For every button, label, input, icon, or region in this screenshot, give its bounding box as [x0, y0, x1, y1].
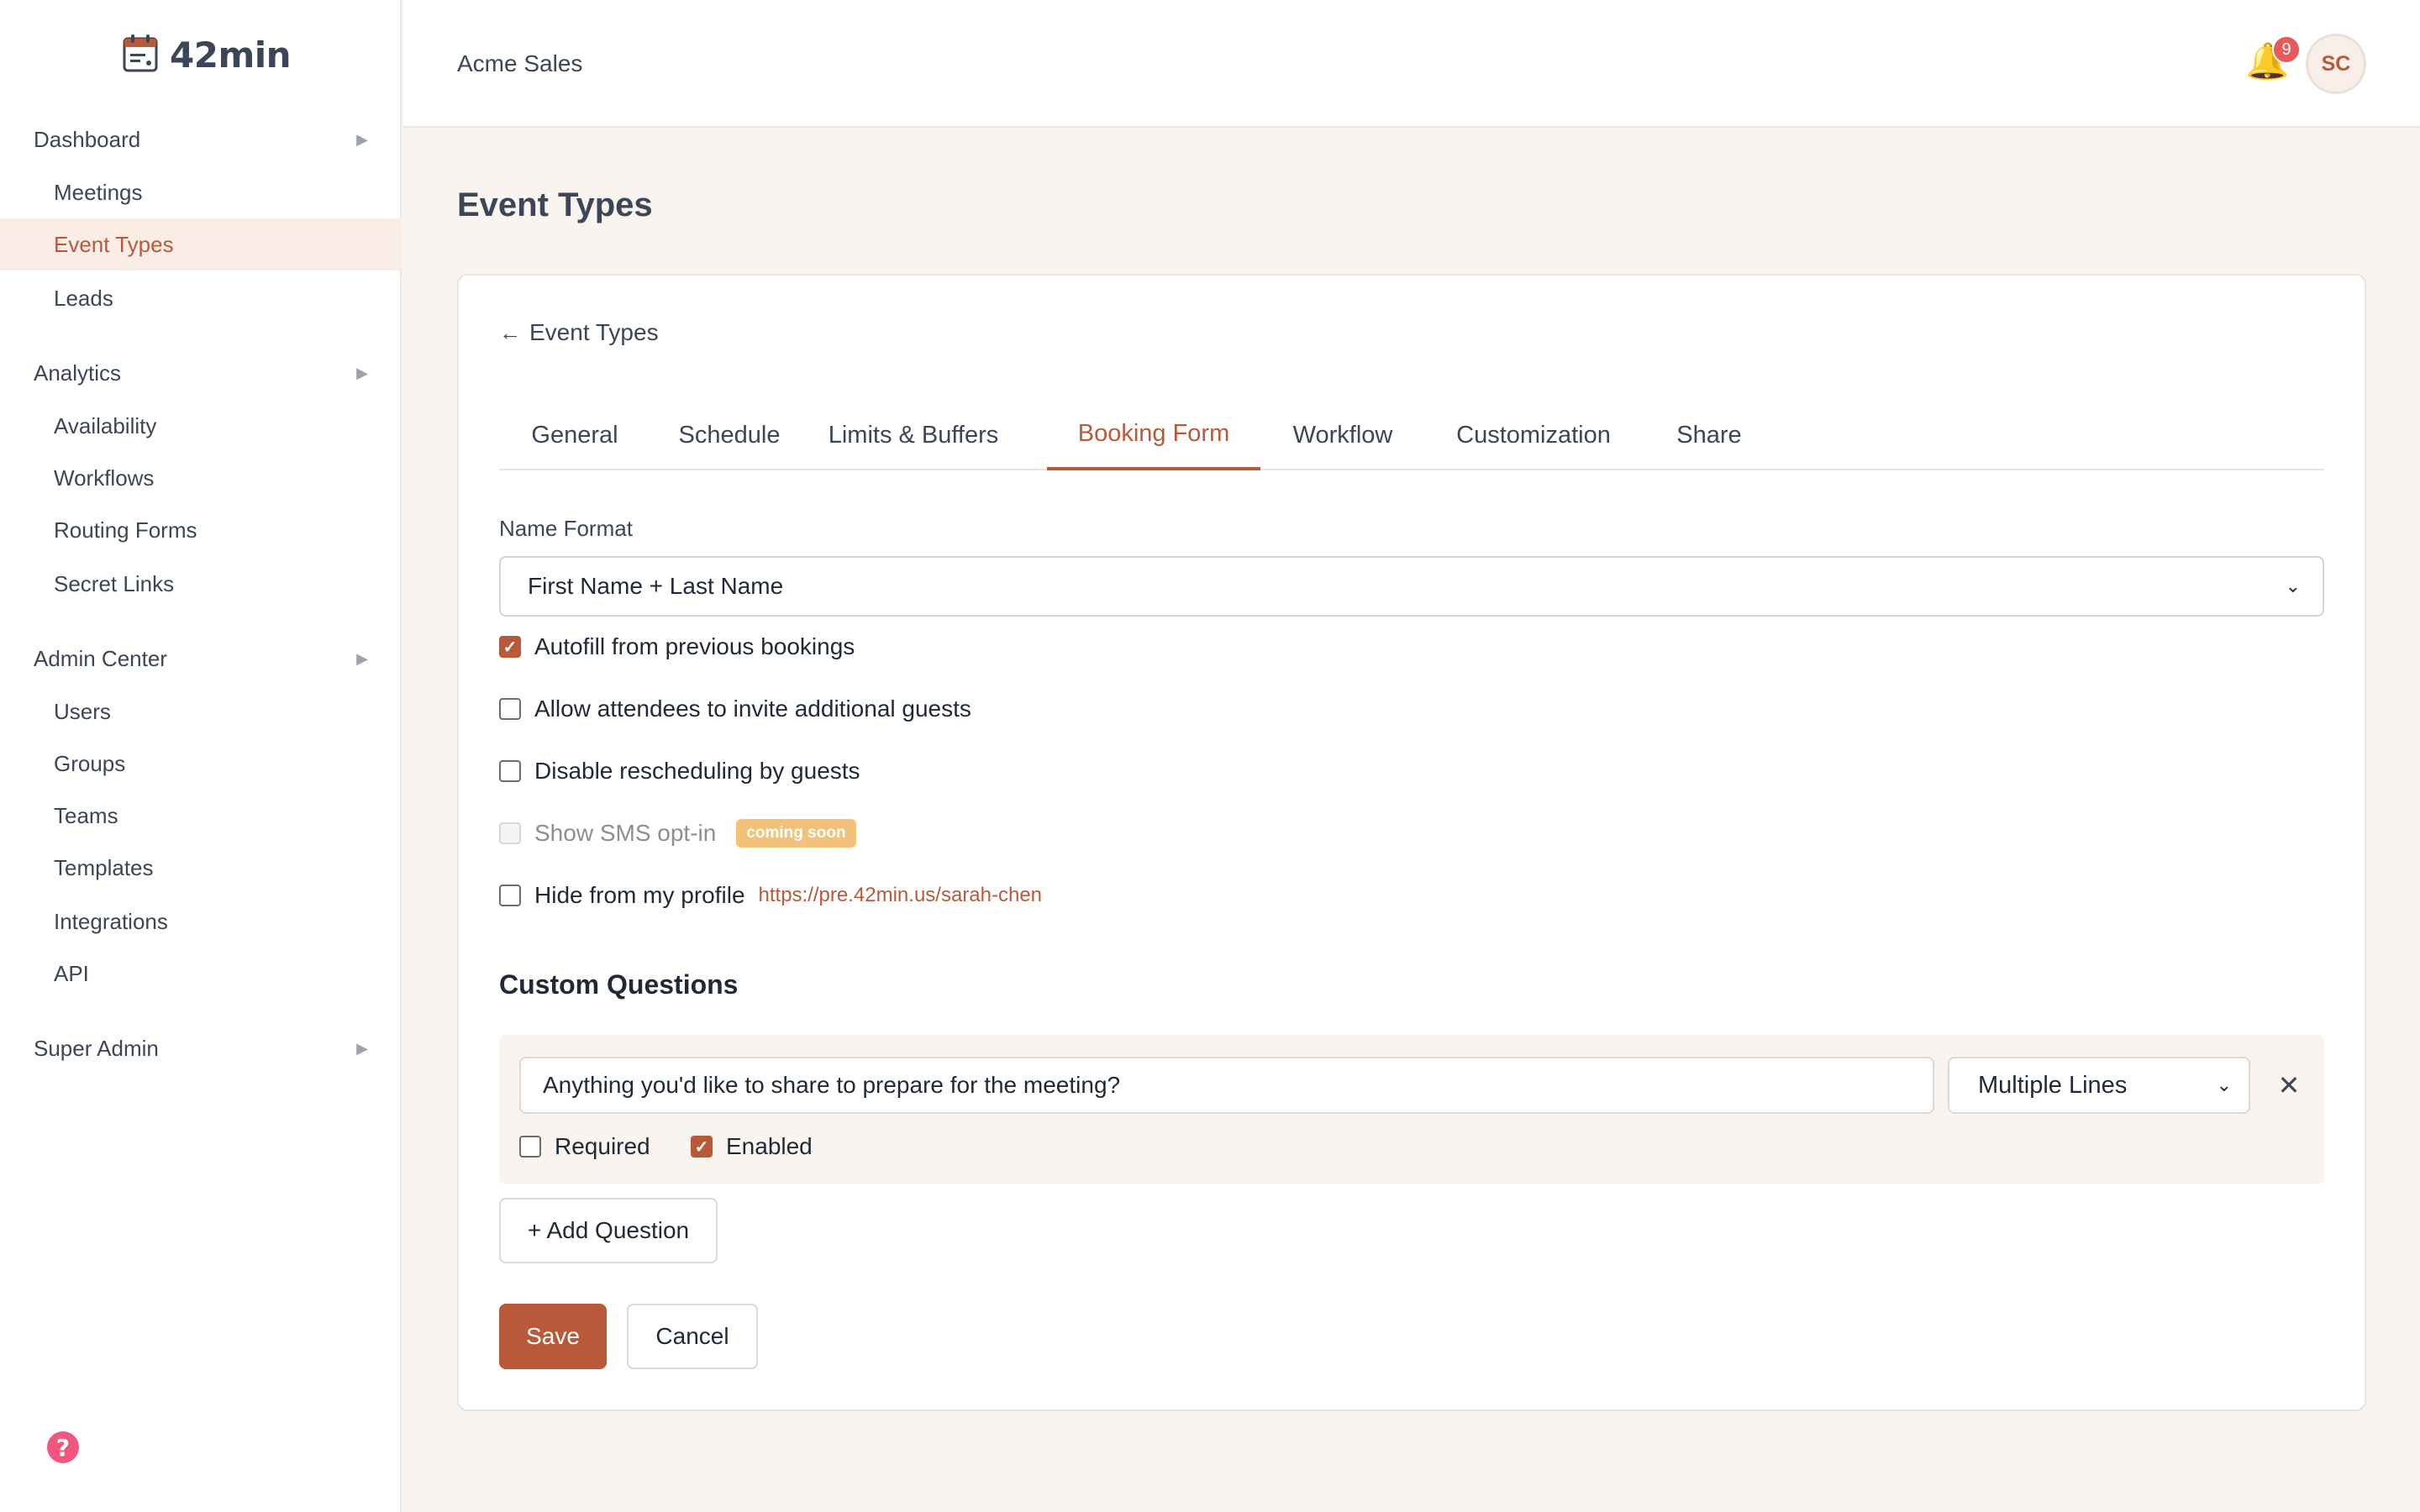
sms-opt-in-checkbox [499, 822, 521, 844]
nav-group-label: Dashboard [34, 126, 141, 152]
enabled-checkbox[interactable]: ✓ [691, 1136, 713, 1158]
sidebar-item-api[interactable]: API [0, 948, 402, 1000]
option-label: Autofill from previous bookings [534, 633, 855, 659]
nav-group-label: Analytics [34, 360, 122, 386]
sidebar-item-groups[interactable]: Groups [0, 738, 402, 790]
tab-workflow[interactable]: Workflow [1260, 400, 1425, 470]
tab-customization[interactable]: Customization [1425, 400, 1642, 470]
option-label: Disable rescheduling by guests [534, 758, 860, 784]
page-title: Event Types [457, 186, 653, 223]
tab-schedule[interactable]: Schedule [650, 400, 808, 470]
logo-text: 42min [170, 34, 292, 76]
tab-general[interactable]: General [499, 400, 650, 470]
nav-group-super-admin[interactable]: Super Admin ▶ [0, 1023, 402, 1074]
expand-arrow-icon: ▶ [356, 649, 368, 667]
back-arrow-icon: ← [499, 319, 521, 345]
expand-arrow-icon: ▶ [356, 364, 368, 381]
name-format-value: First Name + Last Name [528, 573, 784, 599]
close-icon[interactable]: ✕ [2272, 1067, 2306, 1104]
tab-share[interactable]: Share [1642, 400, 1776, 470]
tab-limits-buffers[interactable]: Limits & Buffers [808, 400, 1018, 470]
profile-link[interactable]: https://pre.42min.us/sarah-chen [759, 884, 1043, 907]
sidebar: 42min Dashboard ▶ Meetings Event Types L… [0, 0, 402, 1512]
sidebar-item-routing-forms[interactable]: Routing Forms [0, 504, 402, 556]
question-type-value: Multiple Lines [1978, 1071, 2128, 1099]
sidebar-item-secret-links[interactable]: Secret Links [0, 558, 402, 610]
nav-group-dashboard[interactable]: Dashboard ▶ [0, 114, 402, 165]
nav-group-label: Super Admin [34, 1035, 159, 1061]
sidebar-item-event-types[interactable]: Event Types [0, 218, 402, 270]
nav-group-admin-center[interactable]: Admin Center ▶ [0, 633, 402, 684]
org-name: Acme Sales [457, 50, 583, 76]
disable-rescheduling-checkbox[interactable] [499, 760, 521, 782]
tab-booking-form[interactable]: Booking Form [1047, 400, 1260, 470]
option-label: Allow attendees to invite additional gue… [534, 696, 971, 722]
enabled-label: Enabled [726, 1133, 813, 1159]
question-text-input[interactable]: Anything you'd like to share to prepare … [519, 1057, 1934, 1114]
chevron-down-icon: ⌄ [2216, 1074, 2232, 1096]
logo[interactable]: 42min [123, 34, 292, 76]
sidebar-item-teams[interactable]: Teams [0, 790, 402, 842]
option-invite-guests: Allow attendees to invite additional gue… [499, 692, 971, 726]
question-required: Required [519, 1130, 650, 1163]
notification-badge: 9 [2272, 35, 2301, 64]
chevron-down-icon: ⌄ [2285, 575, 2301, 597]
tab-bar: General Schedule Limits & Buffers Bookin… [499, 400, 2324, 470]
expand-arrow-icon: ▶ [356, 130, 368, 148]
name-format-select[interactable]: First Name + Last Name ⌄ [499, 556, 2324, 617]
option-label: Show SMS opt-in [534, 820, 717, 846]
required-checkbox[interactable] [519, 1136, 541, 1158]
add-question-button[interactable]: + Add Question [499, 1198, 718, 1263]
sidebar-item-meetings[interactable]: Meetings [0, 166, 402, 218]
coming-soon-badge: coming soon [736, 819, 856, 848]
name-format-label: Name Format [499, 516, 633, 541]
option-hide-profile: Hide from my profile https://pre.42min.u… [499, 879, 1042, 912]
sidebar-item-workflows[interactable]: Workflows [0, 452, 402, 504]
nav-group-analytics[interactable]: Analytics ▶ [0, 348, 402, 398]
question-type-select[interactable]: Multiple Lines ⌄ [1948, 1057, 2250, 1114]
sidebar-item-availability[interactable]: Availability [0, 400, 402, 452]
calendar-icon [123, 34, 158, 76]
question-enabled: ✓ Enabled [691, 1130, 813, 1163]
option-sms-opt-in: Show SMS opt-in coming soon [499, 816, 856, 850]
avatar[interactable]: SC [2306, 34, 2366, 94]
back-link[interactable]: ← Event Types [499, 319, 659, 346]
option-disable-rescheduling: Disable rescheduling by guests [499, 754, 860, 788]
expand-arrow-icon: ▶ [356, 1039, 368, 1057]
cancel-button[interactable]: Cancel [627, 1304, 758, 1369]
custom-questions-title: Custom Questions [499, 969, 739, 1000]
back-link-label: Event Types [529, 319, 659, 345]
sidebar-item-integrations[interactable]: Integrations [0, 895, 402, 948]
sidebar-item-users[interactable]: Users [0, 685, 402, 738]
option-autofill: ✓ Autofill from previous bookings [499, 630, 855, 664]
sidebar-item-templates[interactable]: Templates [0, 842, 402, 894]
save-button[interactable]: Save [499, 1304, 607, 1369]
invite-guests-checkbox[interactable] [499, 698, 521, 720]
help-icon[interactable]: ? [47, 1431, 79, 1463]
required-label: Required [555, 1133, 650, 1159]
autofill-checkbox[interactable]: ✓ [499, 636, 521, 658]
hide-profile-checkbox[interactable] [499, 885, 521, 906]
top-header: Acme Sales 🔔 9 SC [403, 0, 2420, 128]
nav-group-label: Admin Center [34, 645, 167, 671]
sidebar-item-leads[interactable]: Leads [0, 272, 402, 324]
option-label: Hide from my profile [534, 882, 745, 908]
